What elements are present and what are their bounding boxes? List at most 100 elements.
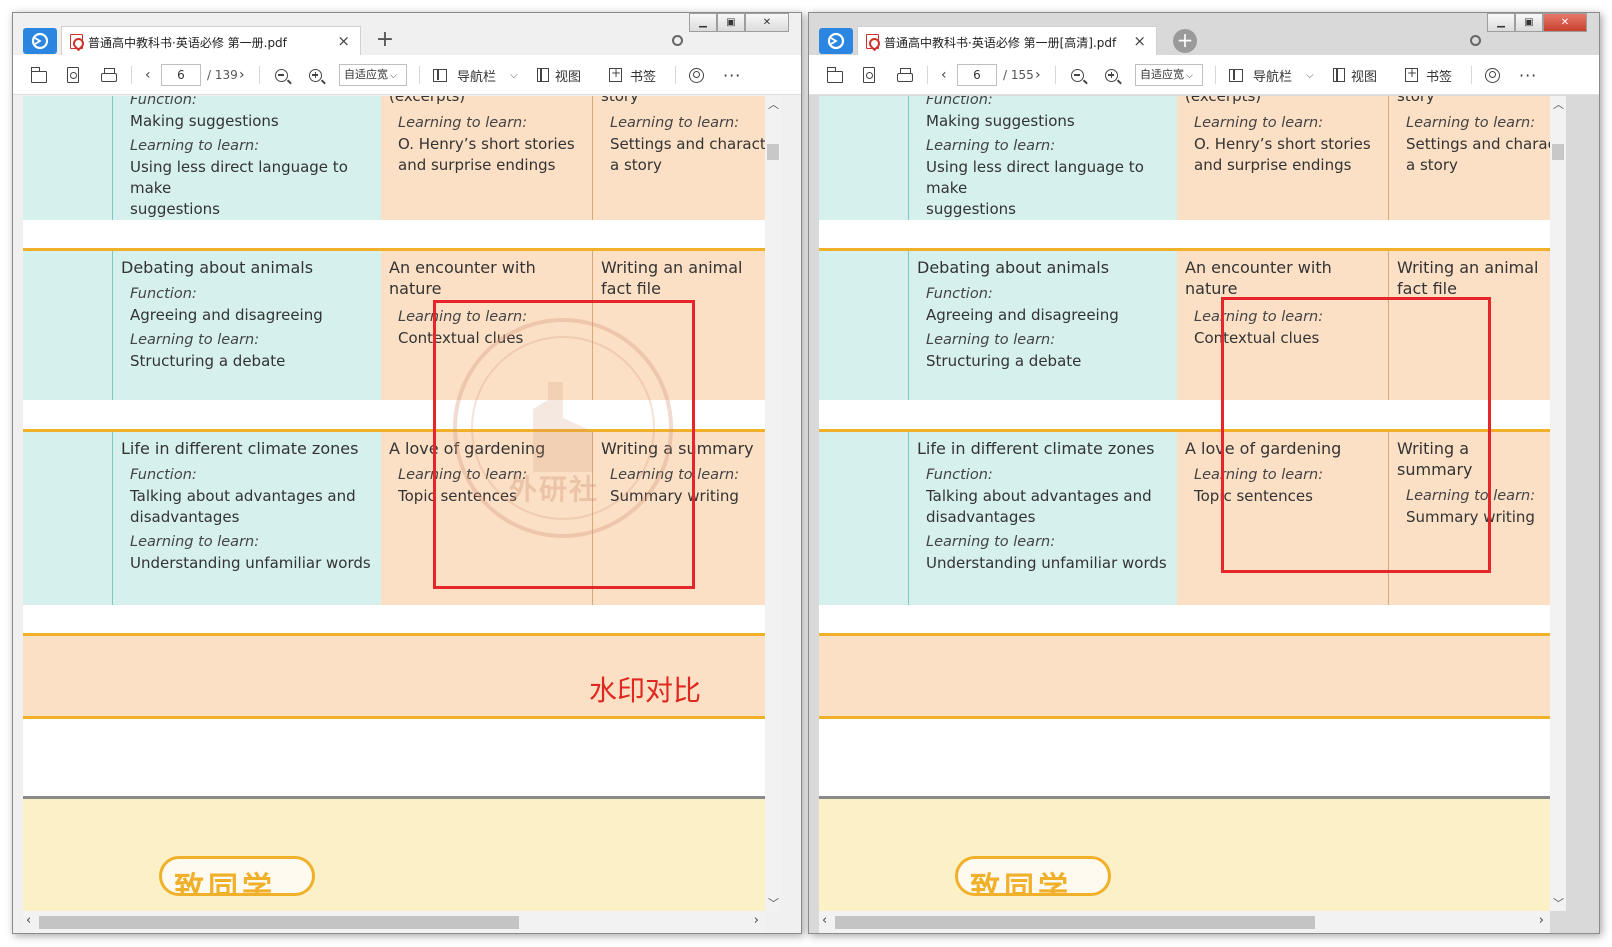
chevron-right-icon[interactable]: › <box>1539 913 1544 928</box>
zoom-out-button[interactable] <box>275 55 288 95</box>
print-button[interactable] <box>101 55 117 95</box>
view-button[interactable]: 视图 <box>537 55 581 95</box>
next-page-button[interactable]: › <box>1035 55 1041 95</box>
section-heading-pill: 致同学 <box>159 856 315 896</box>
doc-properties-button[interactable] <box>863 55 875 95</box>
app-menu-button[interactable] <box>23 28 57 54</box>
table-cell: story Learning to learn: Settings and ch… <box>593 96 765 220</box>
doc-properties-button[interactable] <box>67 55 79 95</box>
chevron-down-icon: ⌵ <box>510 69 518 81</box>
pdf-page-view[interactable]: Function: Making suggestions Learning to… <box>23 96 765 911</box>
prev-page-button[interactable]: ‹ <box>941 55 947 95</box>
sidebar-panel-icon <box>1229 68 1243 82</box>
function-label: Function: <box>130 467 197 483</box>
settings-icon[interactable] <box>1470 35 1481 46</box>
maximize-button[interactable]: ▣ <box>1515 13 1543 32</box>
divider <box>1055 66 1056 84</box>
pdf-file-icon <box>70 34 83 49</box>
zoom-select[interactable]: 自适应宽 ⌵ <box>1135 64 1203 86</box>
function-value: Making suggestions <box>926 112 1075 130</box>
tab-close-icon[interactable]: × <box>1133 32 1146 50</box>
learn-label: Learning to learn: <box>130 534 260 550</box>
vertical-scrollbar[interactable]: ︿ ﹀ <box>765 96 781 911</box>
scrollbar-thumb[interactable] <box>39 916 519 929</box>
cell-text: (excerpts) <box>1185 96 1262 105</box>
account-button[interactable] <box>689 55 704 95</box>
folder-icon <box>31 66 47 83</box>
navigation-pane-button[interactable]: 导航栏 ⌵ <box>433 55 518 95</box>
page-number-input[interactable]: 6 <box>957 64 997 86</box>
more-icon: ··· <box>723 65 742 85</box>
cell-text: (excerpts) <box>389 96 466 105</box>
chevron-up-icon[interactable]: ︿ <box>768 96 779 112</box>
print-button[interactable] <box>897 55 913 95</box>
next-section-band <box>23 799 765 911</box>
horizontal-scrollbar[interactable]: ‹ › <box>23 911 765 933</box>
view-button[interactable]: 视图 <box>1333 55 1377 95</box>
chevron-left-icon[interactable]: ‹ <box>822 913 827 928</box>
close-window-button[interactable]: ✕ <box>1543 13 1587 32</box>
next-page-button[interactable]: › <box>239 55 245 95</box>
open-file-button[interactable] <box>31 55 47 95</box>
chevron-left-icon[interactable]: ‹ <box>26 913 31 928</box>
divider <box>1471 66 1472 84</box>
prev-page-button[interactable]: ‹ <box>145 55 151 95</box>
scrollbar-thumb[interactable] <box>835 916 1315 929</box>
more-button[interactable]: ··· <box>723 55 741 95</box>
settings-icon[interactable] <box>672 35 683 46</box>
table-cell: Function: Making suggestions Learning to… <box>909 96 1177 220</box>
horizontal-scrollbar[interactable]: ‹ › <box>819 911 1550 933</box>
chevron-right-icon[interactable]: › <box>754 913 759 928</box>
user-icon <box>689 67 704 83</box>
new-tab-button[interactable]: + <box>373 27 397 52</box>
chevron-up-icon[interactable]: ︿ <box>1553 96 1564 112</box>
section-heading: 致同学 <box>970 871 1072 896</box>
more-button[interactable]: ··· <box>1519 55 1537 95</box>
chevron-down-icon[interactable]: ﹀ <box>1553 895 1564 911</box>
page-number-input[interactable]: 6 <box>161 64 201 86</box>
learn-label: Learning to learn: <box>130 332 260 348</box>
row-title: Writing an animal <box>1397 258 1539 277</box>
folder-icon <box>827 66 843 83</box>
printer-icon <box>101 68 117 82</box>
zoom-out-icon <box>1071 68 1084 82</box>
minimize-button[interactable]: ▁ <box>689 13 717 32</box>
view-label: 视图 <box>1351 69 1378 85</box>
scrollbar-thumb[interactable] <box>767 144 779 160</box>
zoom-select[interactable]: 自适应宽 ⌵ <box>339 64 407 86</box>
close-window-button[interactable]: ✕ <box>745 13 789 32</box>
scrollbar-thumb[interactable] <box>1552 144 1564 160</box>
minimize-button[interactable]: ▁ <box>1487 13 1515 32</box>
pdf-window-left: 普通高中教科书·英语必修 第一册.pdf × + ▁ ▣ ✕ ‹ 6 / 139… <box>12 12 802 934</box>
maximize-button[interactable]: ▣ <box>717 13 745 32</box>
tab-close-icon[interactable]: × <box>337 32 350 50</box>
pdf-page-view[interactable]: Function: Making suggestions Learning to… <box>819 96 1550 911</box>
app-menu-button[interactable] <box>819 28 853 54</box>
open-file-button[interactable] <box>827 55 843 95</box>
document-tab[interactable]: 普通高中教科书·英语必修 第一册.pdf × <box>61 26 361 55</box>
divider <box>927 66 928 84</box>
learn-label: Learning to learn: <box>926 332 1056 348</box>
bookmark-button[interactable]: 书签 <box>1405 55 1452 95</box>
zoom-in-button[interactable] <box>309 55 322 95</box>
table-cell: Function: Making suggestions Learning to… <box>113 96 381 220</box>
window-controls: ▁ ▣ ✕ <box>1487 13 1587 33</box>
learn-value: suggestions <box>130 200 220 218</box>
chevron-down-icon[interactable]: ﹀ <box>768 895 779 911</box>
new-tab-button[interactable]: + <box>1173 29 1197 53</box>
learn-value: and surprise endings <box>1194 156 1352 174</box>
document-tab[interactable]: 普通高中教科书·英语必修 第一册[高清].pdf × <box>857 26 1157 55</box>
divider-line <box>819 716 1550 719</box>
learn-value: O. Henry’s short stories <box>1194 135 1371 153</box>
cell-text: story <box>601 96 639 105</box>
table-row: Function: Making suggestions Learning to… <box>819 96 1550 220</box>
chevron-down-icon: ⌵ <box>390 71 397 81</box>
account-button[interactable] <box>1485 55 1500 95</box>
bookmark-button[interactable]: 书签 <box>609 55 656 95</box>
table-cell <box>23 251 113 400</box>
zoom-in-button[interactable] <box>1105 55 1118 95</box>
navigation-pane-button[interactable]: 导航栏 ⌵ <box>1229 55 1314 95</box>
vertical-scrollbar[interactable]: ︿ ﹀ <box>1550 96 1566 911</box>
table-cell <box>819 251 909 400</box>
zoom-out-button[interactable] <box>1071 55 1084 95</box>
